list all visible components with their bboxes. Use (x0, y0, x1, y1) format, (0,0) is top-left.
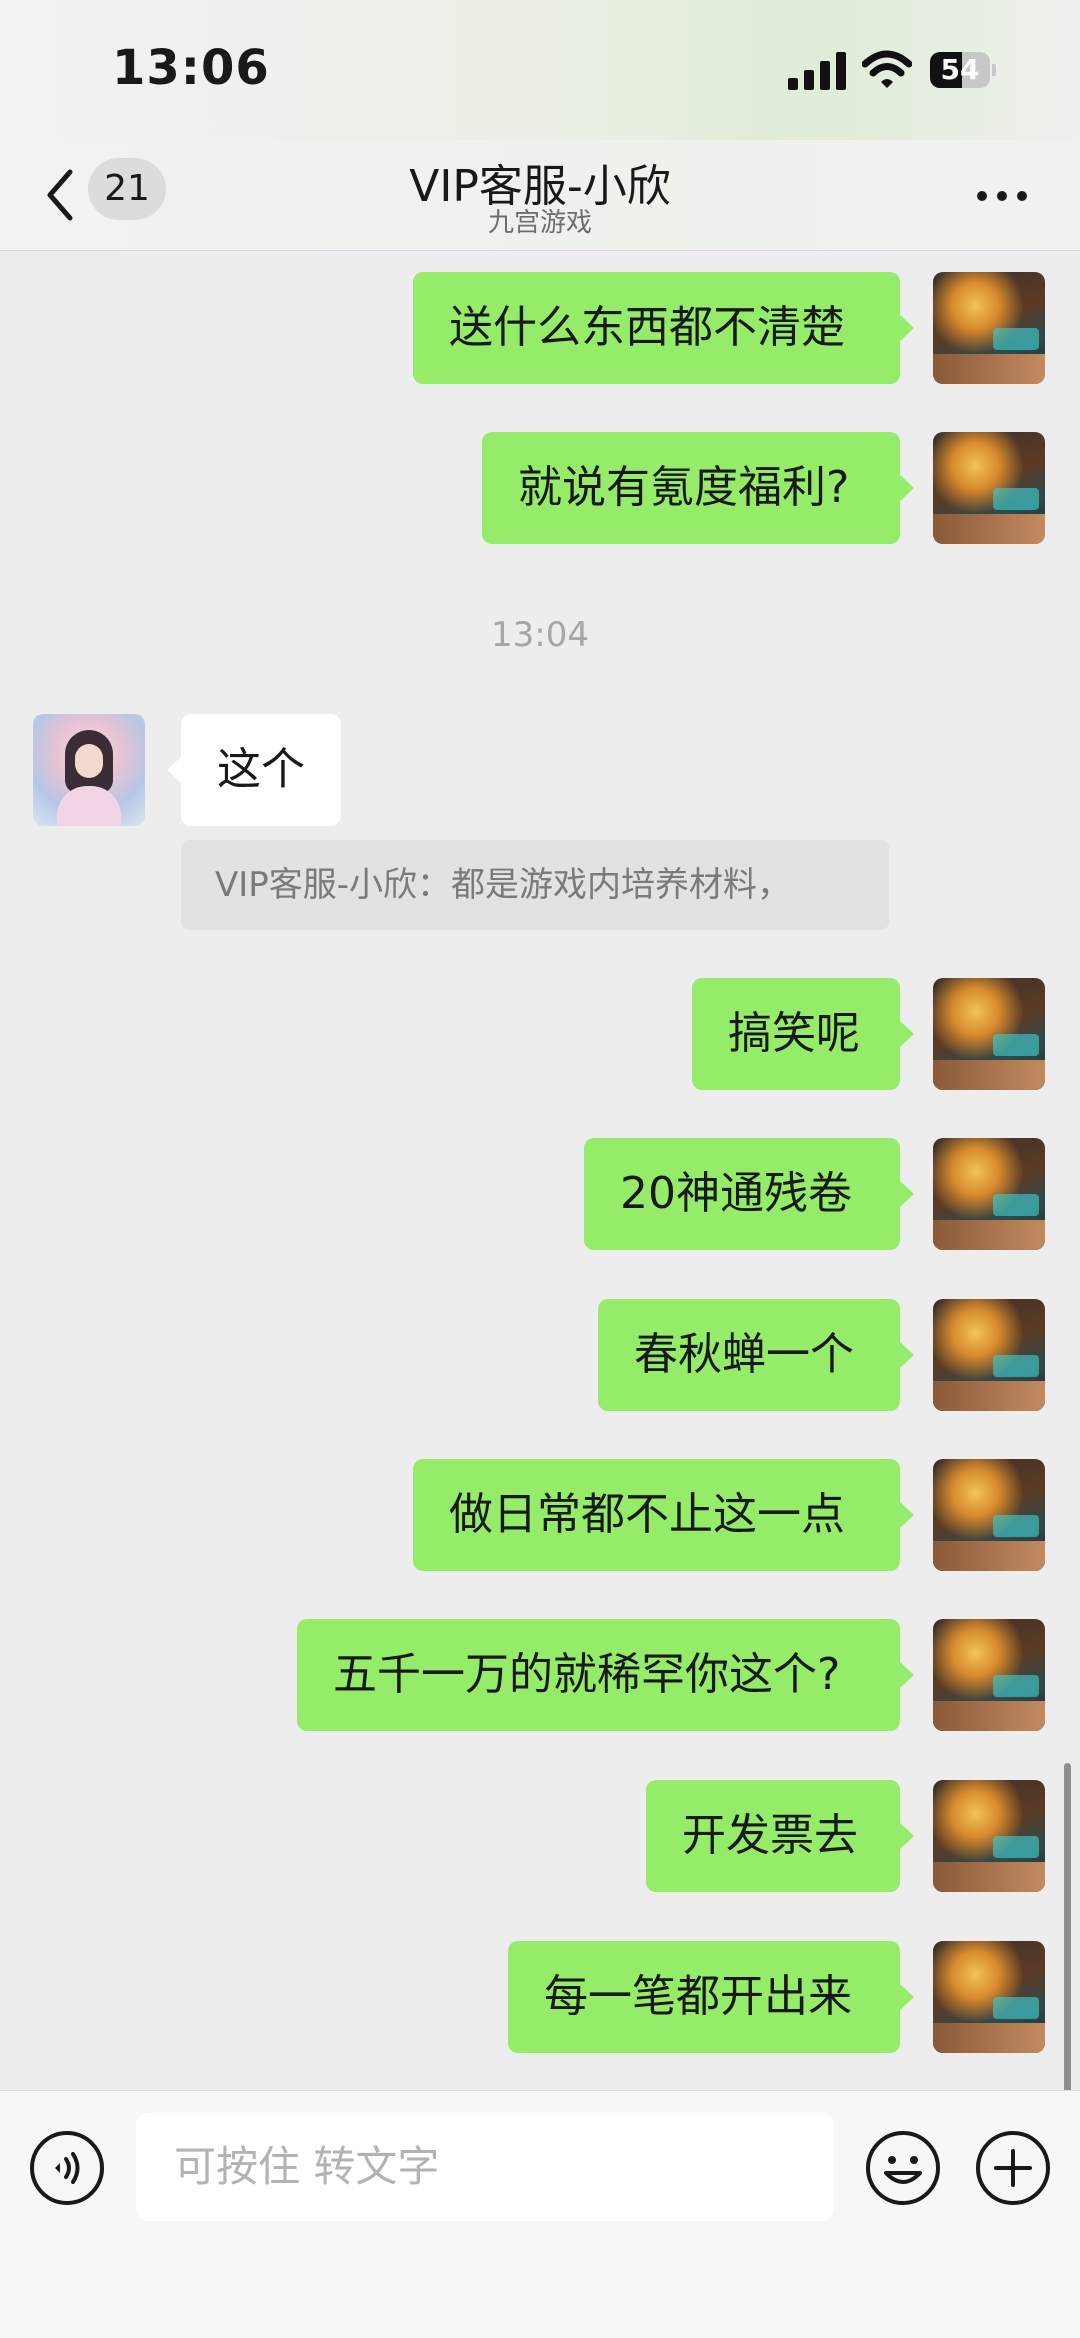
battery-indicator: 54 (930, 52, 996, 88)
chat-header: 21 VIP客服-小欣 九宫游戏 (0, 140, 1080, 251)
my-message-bubble[interactable]: 每一笔都开出来 (508, 1941, 914, 2053)
my-avatar[interactable] (933, 978, 1045, 1090)
more-dots-icon[interactable] (976, 176, 1028, 216)
my-avatar[interactable] (933, 1780, 1045, 1892)
message-list[interactable]: 送什么东西都不清楚 就说有氪度福利? 13:04 这个 VIP客服-小欣：都是游… (0, 251, 1080, 2090)
my-avatar[interactable] (933, 1619, 1045, 1731)
message-timestamp: 13:04 (491, 615, 589, 655)
my-message-bubble[interactable]: 五千一万的就稀罕你这个? (297, 1619, 914, 1731)
message-input[interactable]: 可按住 转文字 (136, 2113, 834, 2221)
cellular-signal-icon (788, 52, 846, 90)
my-avatar[interactable] (933, 1941, 1045, 2053)
my-message-bubble[interactable]: 送什么东西都不清楚 (413, 272, 914, 384)
my-message-bubble[interactable]: 做日常都不止这一点 (413, 1459, 914, 1571)
my-avatar[interactable] (933, 432, 1045, 544)
quoted-message[interactable]: VIP客服-小欣：都是游戏内培养材料， (181, 840, 889, 930)
wifi-icon (862, 50, 912, 88)
voice-icon[interactable] (28, 2129, 106, 2207)
their-message-bubble[interactable]: 这个 (167, 714, 341, 826)
my-message-bubble[interactable]: 就说有氪度福利? (482, 432, 914, 544)
my-avatar[interactable] (933, 272, 1045, 384)
my-message-bubble[interactable]: 开发票去 (646, 1780, 914, 1892)
my-avatar[interactable] (933, 1138, 1045, 1250)
my-avatar[interactable] (933, 1459, 1045, 1571)
emoji-icon[interactable] (864, 2129, 942, 2207)
plus-icon[interactable] (974, 2129, 1052, 2207)
my-message-bubble[interactable]: 春秋蝉一个 (598, 1299, 914, 1411)
battery-level: 54 (940, 53, 980, 86)
status-time: 13:06 (112, 40, 270, 96)
status-bar: 13:06 54 (0, 0, 1080, 140)
agent-avatar[interactable] (33, 714, 145, 826)
my-avatar[interactable] (933, 1299, 1045, 1411)
my-message-bubble[interactable]: 搞笑呢 (692, 978, 914, 1090)
input-bar: 可按住 转文字 (0, 2090, 1080, 2338)
my-message-bubble[interactable]: 20神通残卷 (584, 1138, 914, 1250)
chat-subtitle: 九宫游戏 (487, 208, 592, 238)
scrollbar[interactable] (1064, 1763, 1071, 2090)
